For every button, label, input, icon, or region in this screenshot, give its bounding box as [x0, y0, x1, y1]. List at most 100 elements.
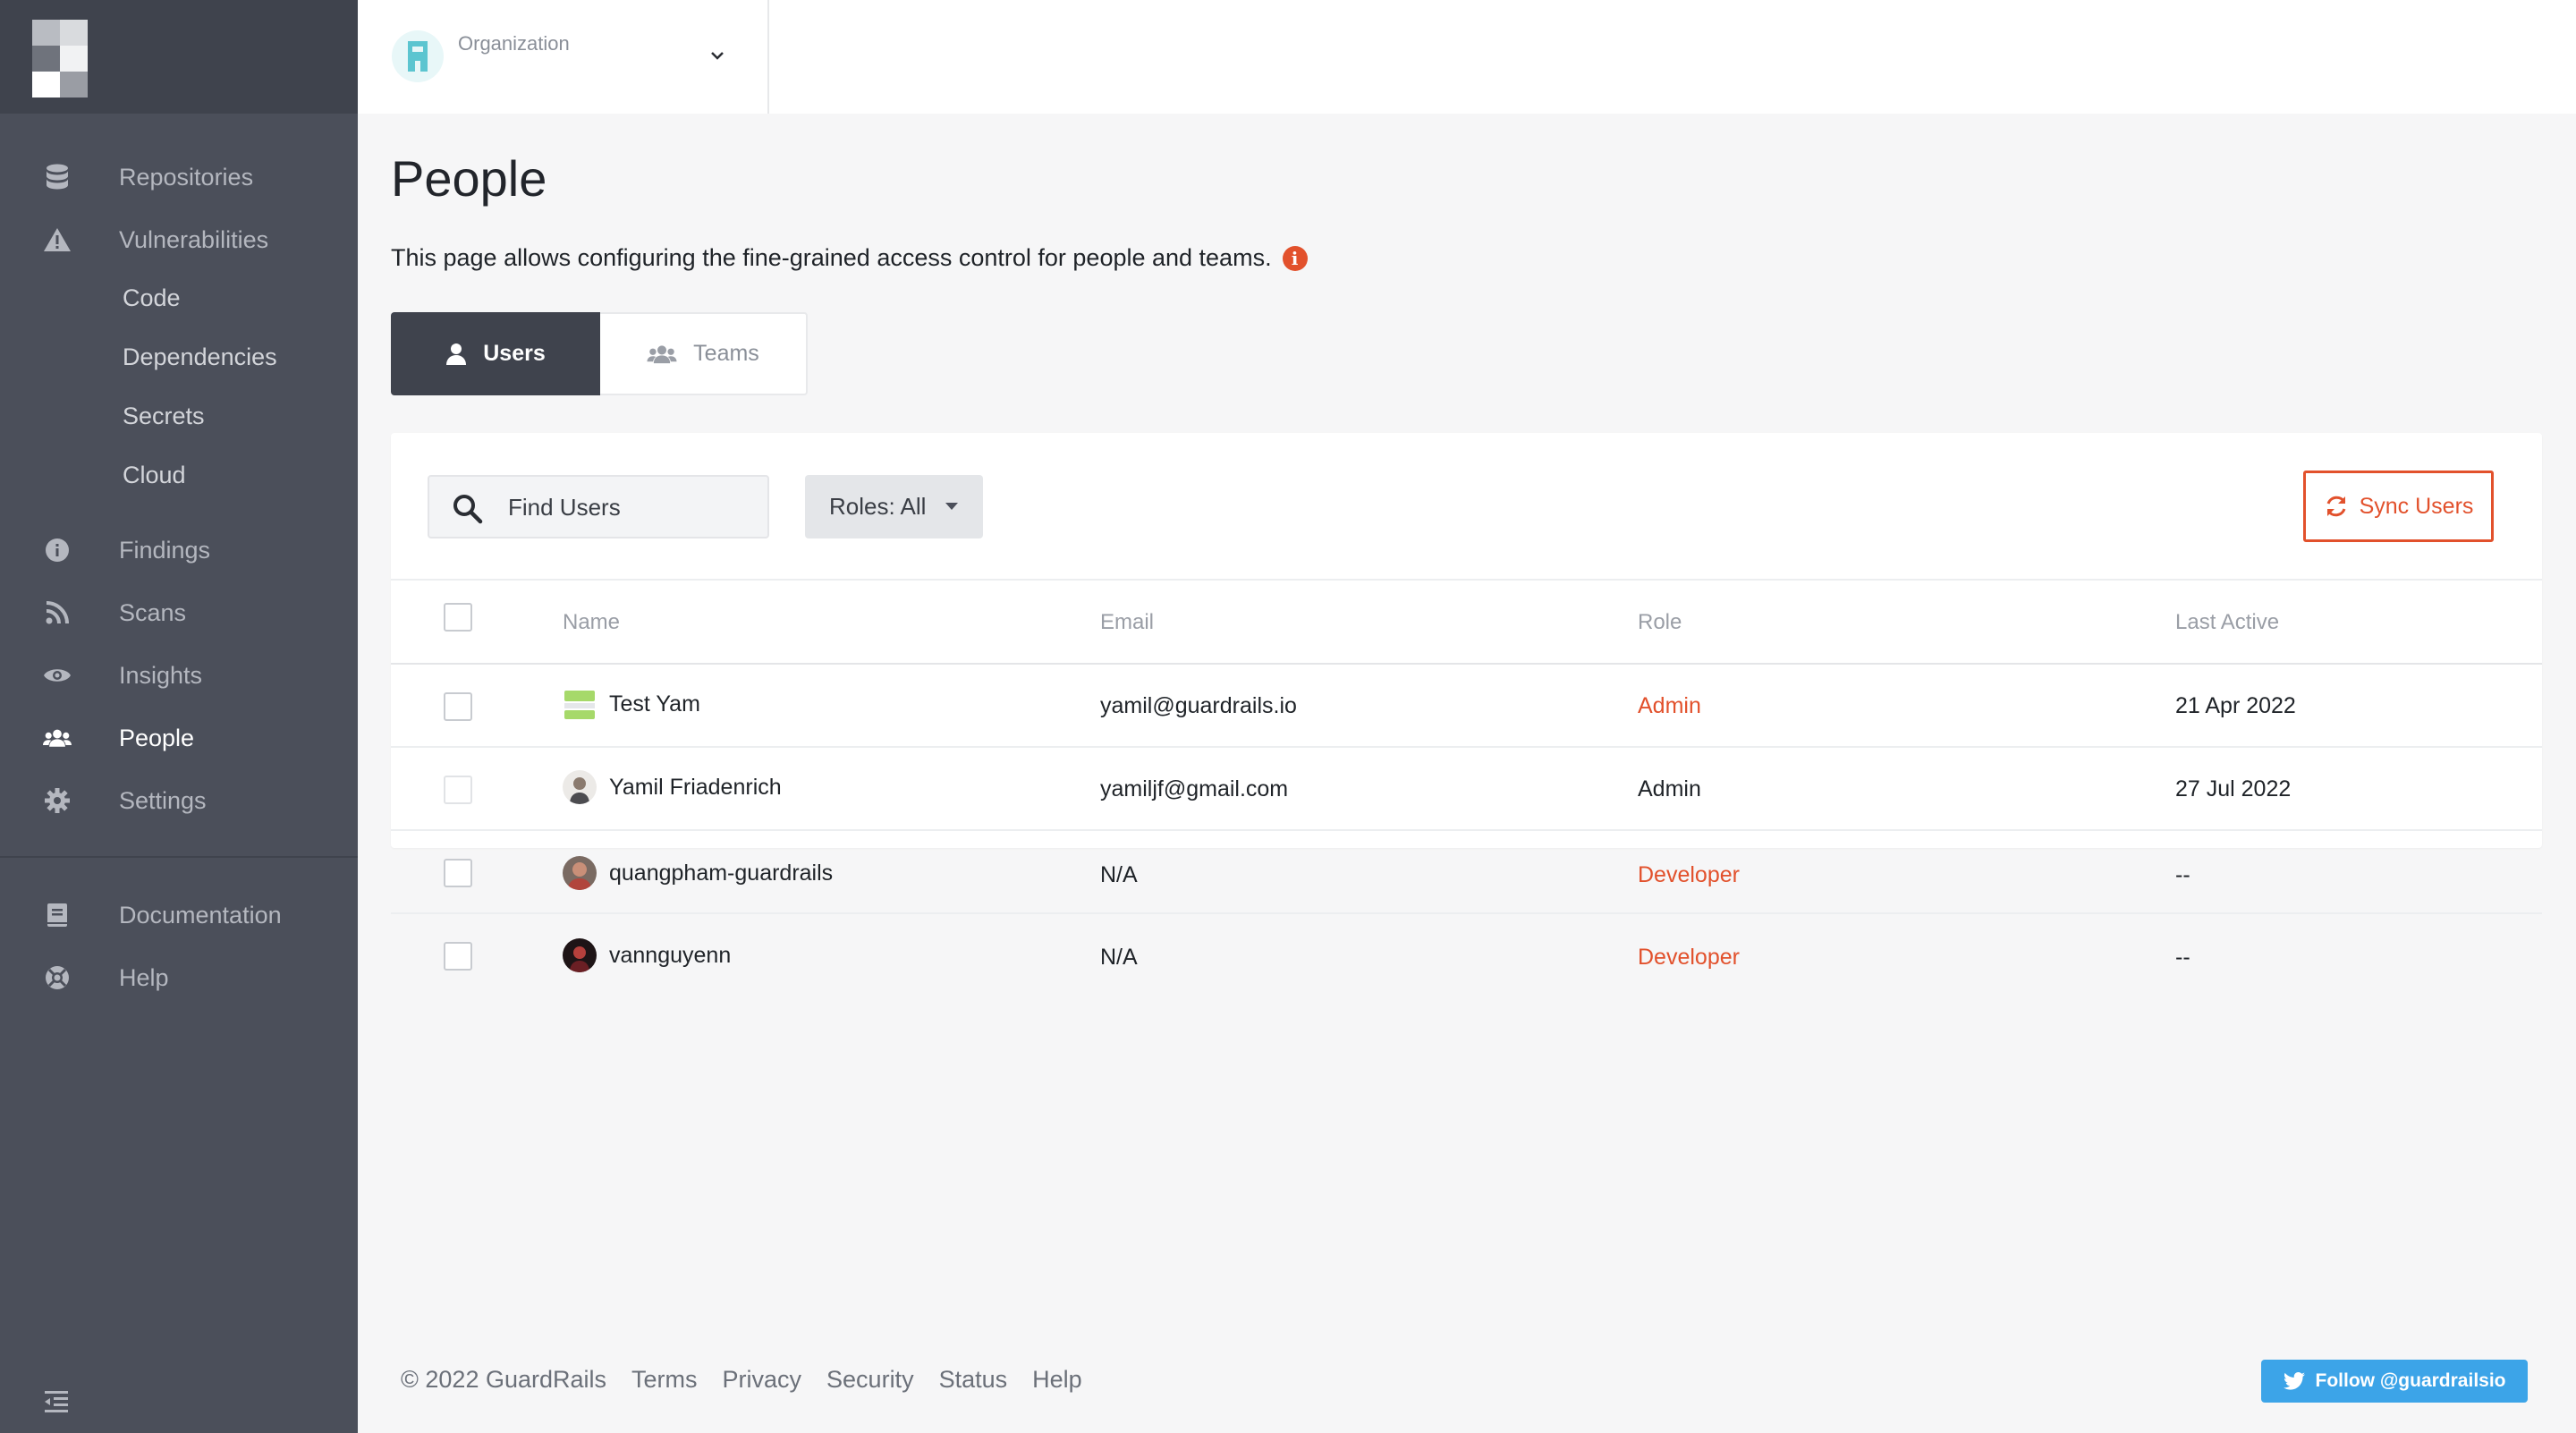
- row-checkbox: [444, 776, 472, 804]
- sidebar-item-help[interactable]: Help: [0, 951, 358, 1005]
- sync-users-label: Sync Users: [2359, 493, 2474, 519]
- sidebar-item-repositories[interactable]: Repositories: [0, 150, 358, 204]
- organization-logo: [392, 30, 444, 82]
- tab-users[interactable]: Users: [391, 312, 600, 395]
- footer-link-status[interactable]: Status: [939, 1366, 1008, 1394]
- sidebar-item-label: Code: [123, 284, 181, 311]
- chevron-down-icon: [708, 47, 726, 64]
- sidebar-item-dependencies[interactable]: Dependencies: [0, 330, 358, 384]
- select-all-checkbox[interactable]: [444, 603, 472, 632]
- table-header: Name Email Role Last Active: [391, 579, 2542, 665]
- sidebar-item-label: Documentation: [119, 901, 282, 928]
- row-checkbox[interactable]: [444, 692, 472, 721]
- tab-bar: Users Teams: [391, 312, 808, 395]
- user-name[interactable]: vannguyenn: [609, 943, 731, 969]
- sidebar-item-label: Cloud: [123, 461, 186, 488]
- column-header-name[interactable]: Name: [563, 610, 620, 635]
- table-row: Test Yam yamil@guardrails.io Admin 21 Ap…: [391, 665, 2542, 748]
- user-icon: [446, 343, 467, 365]
- column-header-role[interactable]: Role: [1638, 610, 1682, 635]
- search-box: [428, 475, 769, 538]
- user-role[interactable]: Developer: [1638, 862, 1740, 888]
- eye-icon: [43, 661, 72, 690]
- user-role: Admin: [1638, 776, 1701, 801]
- table-row: Yamil Friadenrich yamiljf@gmail.com Admi…: [391, 748, 2542, 831]
- sync-users-button[interactable]: Sync Users: [2303, 471, 2494, 542]
- sidebar-item-label: Vulnerabilities: [119, 225, 269, 253]
- column-header-last-active[interactable]: Last Active: [2175, 610, 2279, 635]
- follow-twitter-button[interactable]: Follow @guardrailsio: [2261, 1360, 2528, 1403]
- sidebar-item-documentation[interactable]: Documentation: [0, 888, 358, 942]
- sidebar-divider: [0, 856, 358, 858]
- app-logo[interactable]: [32, 20, 88, 98]
- sidebar-item-cloud[interactable]: Cloud: [0, 448, 358, 502]
- sidebar-item-findings[interactable]: Findings: [0, 523, 358, 577]
- sidebar-item-vulnerabilities[interactable]: Vulnerabilities: [0, 213, 358, 267]
- user-role[interactable]: Developer: [1638, 945, 1740, 971]
- footer-link-help[interactable]: Help: [1032, 1366, 1082, 1394]
- footer-link-terms[interactable]: Terms: [631, 1366, 698, 1394]
- table-row: quangpham-guardrails N/A Developer --: [391, 831, 2542, 914]
- follow-twitter-label: Follow @guardrailsio: [2315, 1370, 2506, 1391]
- caret-down-icon: [945, 503, 958, 510]
- sidebar-item-people[interactable]: People: [0, 711, 358, 765]
- footer: © 2022 GuardRails Terms Privacy Security…: [401, 1366, 1082, 1394]
- sidebar-item-label: Dependencies: [123, 343, 277, 370]
- organization-selector[interactable]: Organization: [358, 0, 769, 114]
- database-icon: [43, 163, 72, 191]
- refresh-icon: [2326, 496, 2346, 517]
- search-input[interactable]: [508, 486, 758, 529]
- sidebar-item-label: Findings: [119, 536, 211, 564]
- gear-icon: [43, 786, 72, 815]
- users-icon: [647, 344, 677, 363]
- lifebuoy-icon: [43, 963, 72, 992]
- page-description-text: This page allows configuring the fine-gr…: [391, 244, 1272, 271]
- organization-label: Organization: [458, 32, 570, 55]
- main-content: People This page allows configuring the …: [358, 114, 2576, 1433]
- row-checkbox[interactable]: [444, 859, 472, 887]
- user-last-active: --: [2175, 862, 2190, 887]
- tab-teams-label: Teams: [693, 341, 759, 366]
- user-role[interactable]: Admin: [1638, 693, 1701, 719]
- column-header-email[interactable]: Email: [1100, 610, 1154, 635]
- twitter-icon: [2283, 1372, 2305, 1390]
- tab-users-label: Users: [483, 341, 546, 366]
- user-email: yamiljf@gmail.com: [1100, 776, 1289, 801]
- sidebar-item-secrets[interactable]: Secrets: [0, 389, 358, 443]
- sidebar-item-code[interactable]: Code: [0, 271, 358, 325]
- sidebar-item-label: Insights: [119, 661, 203, 689]
- users-card: Roles: All Sync Users Name Email Role La…: [391, 433, 2542, 972]
- roles-filter-label: Roles: All: [829, 493, 927, 520]
- info-icon[interactable]: i: [1282, 245, 1308, 271]
- sidebar: Repositories Vulnerabilities Code Depend…: [0, 0, 358, 1433]
- roles-filter-dropdown[interactable]: Roles: All: [805, 475, 983, 538]
- user-last-active: --: [2175, 945, 2190, 970]
- avatar: [563, 770, 597, 804]
- sidebar-item-label: Settings: [119, 786, 207, 814]
- footer-link-privacy[interactable]: Privacy: [723, 1366, 802, 1394]
- avatar: [563, 856, 597, 890]
- user-email: N/A: [1100, 862, 1138, 887]
- warning-icon: [43, 225, 72, 254]
- user-name[interactable]: quangpham-guardrails: [609, 861, 833, 886]
- tab-teams[interactable]: Teams: [600, 312, 808, 395]
- sidebar-item-label: Repositories: [119, 163, 254, 191]
- rss-icon: [43, 598, 72, 627]
- user-name[interactable]: Yamil Friadenrich: [609, 775, 782, 801]
- user-email: N/A: [1100, 945, 1138, 970]
- user-last-active: 27 Jul 2022: [2175, 776, 2292, 801]
- collapse-sidebar-icon[interactable]: [45, 1389, 70, 1412]
- user-last-active: 21 Apr 2022: [2175, 693, 2296, 718]
- book-icon: [43, 901, 72, 929]
- sidebar-item-label: Help: [119, 963, 169, 991]
- sidebar-item-insights[interactable]: Insights: [0, 649, 358, 702]
- page-description: This page allows configuring the fine-gr…: [391, 244, 1308, 272]
- user-name[interactable]: Test Yam: [609, 691, 700, 717]
- sidebar-item-label: Scans: [119, 598, 187, 626]
- footer-link-security[interactable]: Security: [826, 1366, 914, 1394]
- sidebar-item-settings[interactable]: Settings: [0, 774, 358, 827]
- info-icon: [43, 536, 72, 564]
- row-checkbox[interactable]: [444, 942, 472, 971]
- sidebar-item-label: Secrets: [123, 402, 205, 429]
- sidebar-item-scans[interactable]: Scans: [0, 586, 358, 640]
